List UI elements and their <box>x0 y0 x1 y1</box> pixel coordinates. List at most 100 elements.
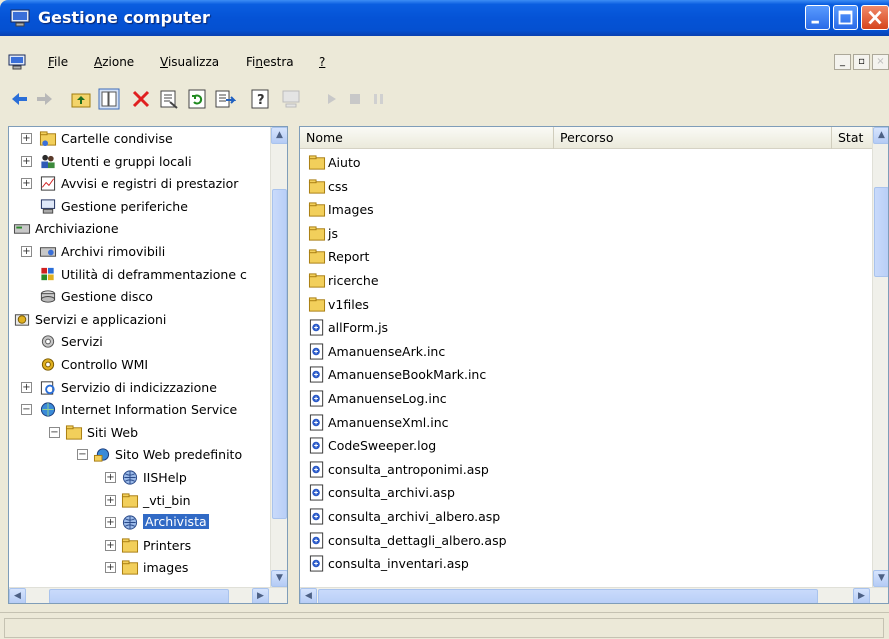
list-item[interactable]: AmanuenseArk.inc <box>304 340 554 363</box>
list-horizontal-scrollbar[interactable]: ◀ ▶ <box>300 587 888 603</box>
scroll-right-button[interactable]: ▶ <box>252 588 269 603</box>
expand-node-icon[interactable]: + <box>105 472 116 483</box>
expand-node-icon[interactable]: + <box>105 562 116 574</box>
show-hide-console-tree-icon[interactable] <box>98 88 120 110</box>
tree-node[interactable]: + Utenti e gruppi locali <box>9 151 269 173</box>
expand-node-icon[interactable]: + <box>21 133 32 144</box>
menu-visualizza[interactable]: Visualizza <box>160 55 219 69</box>
folder-icon <box>308 297 326 312</box>
column-header-percorso[interactable]: Percorso <box>554 127 832 149</box>
up-folder-icon[interactable] <box>70 88 92 110</box>
scroll-thumb[interactable] <box>874 187 888 277</box>
tree-node[interactable]: Controllo WMI <box>9 354 269 376</box>
list-item[interactable]: consulta_antroponimi.asp <box>304 458 554 481</box>
expand-node-icon[interactable]: + <box>21 381 32 393</box>
title-bar[interactable]: Gestione computer <box>0 0 889 36</box>
console-tree[interactable]: + Cartelle condivise + Utenti e gruppi loca… <box>8 126 288 604</box>
scroll-thumb[interactable] <box>318 589 818 603</box>
tree-node[interactable]: −Archiviazione <box>9 218 269 240</box>
mdi-close-button[interactable]: × <box>872 54 889 70</box>
scroll-down-button[interactable]: ▼ <box>873 570 888 587</box>
services-icon <box>41 335 55 349</box>
tree-node[interactable]: Gestione disco <box>9 286 269 308</box>
tree-node[interactable]: + Printers <box>9 535 269 557</box>
menu-finestra[interactable]: Finestra <box>246 55 294 69</box>
tree-node[interactable]: Gestione periferiche <box>9 196 269 218</box>
file-name: Images <box>328 202 374 218</box>
tree-vertical-scrollbar[interactable]: ▲ ▼ <box>270 127 287 587</box>
menu-file[interactable]: File <box>48 55 68 69</box>
scroll-thumb[interactable] <box>49 589 229 603</box>
tree-node[interactable]: + IISHelp <box>9 467 269 489</box>
menu-azione[interactable]: Azione <box>94 55 134 69</box>
maximize-button[interactable] <box>833 5 858 30</box>
tree-node-label: Utenti e gruppi locali <box>61 153 192 169</box>
details-list[interactable]: Nome Percorso Stat Aiuto css Images js Repor… <box>299 126 889 604</box>
mdi-minimize-button[interactable]: _ <box>834 54 851 70</box>
scroll-left-button[interactable]: ◀ <box>300 588 317 603</box>
tree-node[interactable]: − Siti Web <box>9 422 269 444</box>
tree-node[interactable]: + Archivi rimovibili <box>9 241 269 263</box>
scroll-down-button[interactable]: ▼ <box>271 570 287 587</box>
tree-node[interactable]: + Archivista <box>9 512 269 534</box>
menu-help[interactable]: ? <box>319 55 325 69</box>
minimize-button[interactable] <box>805 5 830 30</box>
collapse-node-icon[interactable]: − <box>49 426 60 438</box>
list-vertical-scrollbar[interactable]: ▲ ▼ <box>872 127 888 587</box>
list-item[interactable]: Aiuto <box>304 151 554 174</box>
list-item[interactable]: css <box>304 175 554 198</box>
collapse-node-icon[interactable]: − <box>77 449 88 461</box>
list-item[interactable]: js <box>304 222 554 245</box>
system-menu-icon[interactable] <box>8 54 26 70</box>
scroll-up-button[interactable]: ▲ <box>873 127 888 144</box>
scroll-thumb[interactable] <box>272 189 287 519</box>
tree-horizontal-scrollbar[interactable]: ◀ ▶ <box>9 587 287 603</box>
list-item[interactable]: consulta_archivi_albero.asp <box>304 505 554 528</box>
list-item[interactable]: AmanuenseLog.inc <box>304 387 554 410</box>
tree-node[interactable]: − Internet Information Service <box>9 399 269 421</box>
expand-node-icon[interactable]: + <box>105 494 116 506</box>
forward-arrow-icon[interactable] <box>34 88 56 110</box>
list-item[interactable]: allForm.js <box>304 316 554 339</box>
scroll-up-button[interactable]: ▲ <box>271 127 287 144</box>
expand-node-icon[interactable]: + <box>21 178 32 190</box>
list-item[interactable]: consulta_archivi.asp <box>304 481 554 504</box>
scroll-left-button[interactable]: ◀ <box>9 588 26 603</box>
tree-node-label: Archivi rimovibili <box>61 244 166 259</box>
start-icon <box>328 94 336 104</box>
scroll-right-button[interactable]: ▶ <box>853 588 870 603</box>
refresh-icon[interactable] <box>186 88 208 110</box>
tree-node[interactable]: − Sito Web predefinito <box>9 444 269 466</box>
help-icon[interactable]: ? <box>250 88 272 110</box>
tree-node[interactable]: + Servizio di indicizzazione <box>9 377 269 399</box>
list-item[interactable]: Images <box>304 198 554 221</box>
collapse-node-icon[interactable]: − <box>21 404 32 416</box>
delete-icon[interactable] <box>130 88 152 110</box>
file-name: allForm.js <box>328 320 389 336</box>
expand-node-icon[interactable]: + <box>21 155 32 167</box>
tree-node[interactable]: Servizi <box>9 331 269 353</box>
list-item[interactable]: AmanuenseBookMark.inc <box>304 363 554 386</box>
tree-node[interactable]: Utilità di deframmentazione c <box>9 264 269 286</box>
close-button[interactable] <box>861 5 889 30</box>
expand-node-icon[interactable]: + <box>105 517 116 529</box>
list-item[interactable]: CodeSweeper.log <box>304 434 554 457</box>
back-arrow-icon[interactable] <box>8 88 30 110</box>
mdi-restore-button[interactable]: ▫ <box>853 54 870 70</box>
list-item[interactable]: consulta_inventari.asp <box>304 552 554 575</box>
tree-node[interactable]: + Avvisi e registri di prestazior <box>9 173 269 195</box>
list-item[interactable]: Report <box>304 245 554 268</box>
expand-node-icon[interactable]: + <box>105 539 116 551</box>
list-item[interactable]: v1files <box>304 293 554 316</box>
tree-node[interactable]: −Servizi e applicazioni <box>9 309 269 331</box>
list-item[interactable]: ricerche <box>304 269 554 292</box>
export-list-icon[interactable] <box>214 88 236 110</box>
expand-node-icon[interactable]: + <box>21 246 32 257</box>
list-item[interactable]: consulta_dettagli_albero.asp <box>304 529 554 552</box>
column-header-nome[interactable]: Nome <box>300 127 554 149</box>
tree-node[interactable]: + images <box>9 557 269 579</box>
tree-node[interactable]: + Cartelle condivise <box>9 128 269 150</box>
list-item[interactable]: AmanuenseXml.inc <box>304 411 554 434</box>
tree-node[interactable]: + _vti_bin <box>9 490 269 512</box>
properties-icon[interactable] <box>158 88 180 110</box>
